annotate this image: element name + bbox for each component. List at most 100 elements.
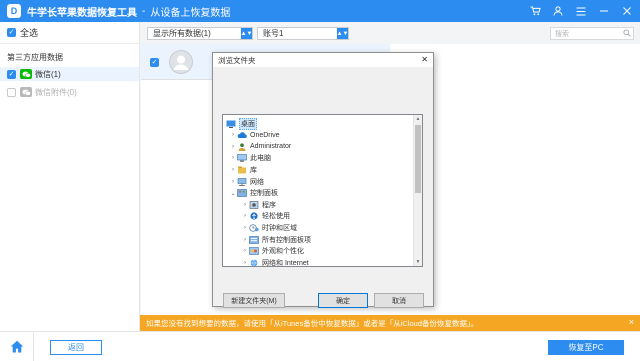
folder-tree-item[interactable]: 桌面 xyxy=(226,117,257,130)
wechat-checkbox[interactable]: ✓ xyxy=(7,69,16,79)
wechat-attachments-checkbox xyxy=(7,87,16,97)
chevron-down-icon[interactable]: ⌄ xyxy=(229,190,237,197)
folder-tree-item[interactable]: ⌄ 控制面板 xyxy=(229,188,278,199)
search-input[interactable]: 搜索 xyxy=(550,27,634,40)
minimize-icon[interactable] xyxy=(597,4,611,18)
window-controls xyxy=(528,0,634,22)
control-panel-icon xyxy=(237,189,247,197)
scrollbar-thumb[interactable] xyxy=(415,125,421,193)
select-all-row[interactable]: ✓ 全选 xyxy=(0,22,139,44)
notice-close-icon[interactable]: × xyxy=(629,317,634,327)
dialog-close-icon[interactable]: ✕ xyxy=(421,55,428,64)
folder-tree-label: Administrator xyxy=(250,143,292,151)
account-value: 账号1 xyxy=(263,29,284,38)
select-all-label: 全选 xyxy=(20,28,39,38)
chevron-right-icon[interactable]: › xyxy=(229,144,237,150)
folder-tree-item[interactable]: › 网络 xyxy=(229,176,264,187)
app-title: 牛学长苹果数据恢复工具 xyxy=(27,7,137,19)
cart-icon[interactable] xyxy=(528,4,542,18)
chevron-right-icon[interactable]: › xyxy=(241,237,249,243)
close-icon[interactable] xyxy=(620,4,634,18)
new-folder-button[interactable]: 新建文件夹(M) xyxy=(223,293,285,308)
wechat-icon xyxy=(20,69,32,79)
chevron-right-icon[interactable]: › xyxy=(229,155,237,161)
chevron-right-icon[interactable]: › xyxy=(241,248,249,254)
page-subtitle: 从设备上恢复数据 xyxy=(150,7,231,19)
folder-tree-item[interactable]: › 轻松使用 xyxy=(241,211,290,222)
clock-region-icon xyxy=(249,224,259,232)
notice-bar: 如果您没有找到想要的数据，请使用「从iTunes备份中恢复数据」或者是「从iCl… xyxy=(140,315,640,331)
category-item-wechat-attachments: 微信附件(0) xyxy=(0,85,139,99)
ok-button[interactable]: 确定 xyxy=(318,293,368,308)
folder-tree-label: OneDrive xyxy=(250,131,280,139)
folder-tree-item[interactable]: › 库 xyxy=(229,164,257,175)
left-panel: ✓ 全选 第三方应用数据 ✓ 微信(1) 微信附件(0) xyxy=(0,22,140,331)
programs-icon xyxy=(249,200,259,209)
chevron-right-icon[interactable]: › xyxy=(229,132,237,138)
menu-icon[interactable] xyxy=(574,4,588,18)
folder-tree-label: 轻松使用 xyxy=(262,213,290,221)
chevron-right-icon[interactable]: › xyxy=(229,179,237,185)
user-icon[interactable] xyxy=(551,4,565,18)
dropdown-arrow-icon[interactable]: ▲▼ xyxy=(337,28,348,39)
folder-tree[interactable]: 桌面 › OneDrive › Administrator › 此电脑 › 库 › 网络 ⌄ 控制面板 ›… xyxy=(222,114,423,267)
home-icon[interactable] xyxy=(0,332,34,361)
dropdown-arrow-icon[interactable]: ▲▼ xyxy=(241,28,252,39)
network-internet-icon xyxy=(249,259,259,266)
desktop-icon xyxy=(226,120,236,128)
chevron-right-icon[interactable]: › xyxy=(241,213,249,219)
computer-icon xyxy=(237,154,247,162)
tree-scrollbar[interactable]: ▲ ▼ xyxy=(413,115,422,266)
section-title: 第三方应用数据 xyxy=(7,53,63,62)
select-all-checkbox[interactable]: ✓ xyxy=(7,28,16,37)
folder-tree-label: 程序 xyxy=(262,201,276,209)
folder-tree-item[interactable]: › 时钟和区域 xyxy=(241,222,297,233)
chevron-right-icon[interactable]: › xyxy=(229,167,237,173)
folder-tree-label: 此电脑 xyxy=(250,155,271,163)
folder-tree-label: 时钟和区域 xyxy=(262,224,297,232)
search-icon[interactable] xyxy=(623,29,631,39)
folder-tree-label: 网络和 Internet xyxy=(262,259,309,267)
title-separator: - xyxy=(142,5,146,17)
dialog-title: 浏览文件夹 xyxy=(218,55,256,65)
folder-tree-item[interactable]: › OneDrive xyxy=(229,130,280,141)
account-dropdown[interactable]: 账号1 ▲▼ xyxy=(257,27,349,40)
avatar xyxy=(169,50,193,74)
category-label: 微信附件(0) xyxy=(35,87,77,97)
category-item-wechat[interactable]: ✓ 微信(1) xyxy=(0,67,139,81)
toolbar: 显示所有数据(1) ▲▼ 账号1 ▲▼ 搜索 xyxy=(141,22,640,44)
folder-tree-item[interactable]: › 外观和个性化 xyxy=(241,246,304,257)
folder-tree-item[interactable]: › 网络和 Internet xyxy=(241,257,309,267)
folder-tree-label: 桌面 xyxy=(239,117,257,130)
folder-tree-label: 网络 xyxy=(250,178,264,186)
dialog-body: 桌面 › OneDrive › Administrator › 此电脑 › 库 › 网络 ⌄ 控制面板 ›… xyxy=(213,67,433,308)
chevron-right-icon[interactable]: › xyxy=(241,202,249,208)
title-bar: D 牛学长苹果数据恢复工具 - 从设备上恢复数据 xyxy=(0,0,640,22)
data-filter-dropdown[interactable]: 显示所有数据(1) ▲▼ xyxy=(147,27,253,40)
folder-tree-item[interactable]: › Administrator xyxy=(229,141,291,152)
dialog-title-bar: 浏览文件夹 ✕ xyxy=(213,53,433,67)
scroll-down-icon[interactable]: ▼ xyxy=(414,258,422,266)
cancel-button[interactable]: 取消 xyxy=(374,293,424,308)
wechat-attachment-icon xyxy=(20,87,32,97)
library-icon xyxy=(237,166,247,174)
folder-tree-item[interactable]: › 所有控制面板项 xyxy=(241,234,311,245)
network-icon xyxy=(237,177,247,186)
folder-tree-label: 外观和个性化 xyxy=(262,248,304,256)
chevron-right-icon[interactable]: › xyxy=(241,260,249,266)
folder-tree-item[interactable]: › 此电脑 xyxy=(229,153,271,164)
folder-tree-label: 所有控制面板项 xyxy=(262,236,311,244)
filter-value: 显示所有数据(1) xyxy=(153,29,211,38)
recover-to-pc-button[interactable]: 恢复至PC xyxy=(548,340,624,355)
folder-tree-item[interactable]: › 程序 xyxy=(241,199,276,210)
scroll-up-icon[interactable]: ▲ xyxy=(414,115,422,123)
all-items-icon xyxy=(249,235,259,244)
search-placeholder: 搜索 xyxy=(555,30,569,38)
chevron-right-icon[interactable]: › xyxy=(241,225,249,231)
folder-tree-label: 控制面板 xyxy=(250,190,278,198)
back-button[interactable]: 返回 xyxy=(50,340,102,355)
notice-text: 如果您没有找到想要的数据，请使用「从iTunes备份中恢复数据」或者是「从iCl… xyxy=(146,318,479,328)
user-folder-icon xyxy=(237,143,247,151)
contact-checkbox[interactable]: ✓ xyxy=(150,58,159,67)
cloud-icon xyxy=(237,131,247,139)
